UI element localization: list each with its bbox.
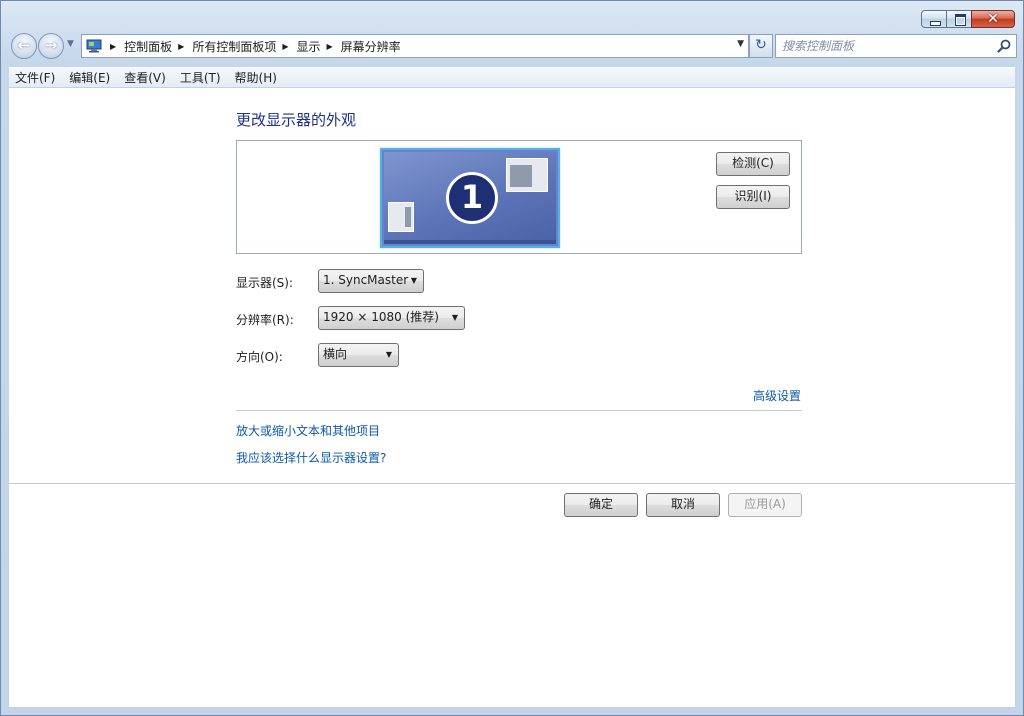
menu-tools[interactable]: 工具(T) xyxy=(174,69,227,86)
orientation-select-value: 横向 xyxy=(323,347,348,361)
refresh-button[interactable]: ↻ xyxy=(749,34,773,58)
breadcrumb-item-control-panel[interactable]: 控制面板 xyxy=(124,38,172,55)
dropdown-arrow-icon: ▼ xyxy=(385,350,392,359)
cancel-button[interactable]: 取消 xyxy=(646,493,720,517)
close-button[interactable]: ✕ xyxy=(971,10,1015,28)
monitor-number-badge: 1 xyxy=(446,172,498,224)
breadcrumb-separator-icon[interactable]: ▶ xyxy=(178,42,184,51)
breadcrumb-item-all-items[interactable]: 所有控制面板项 xyxy=(192,38,276,55)
control-panel-icon xyxy=(86,39,102,53)
refresh-icon: ↻ xyxy=(755,37,767,53)
maximize-button[interactable] xyxy=(946,10,972,28)
apply-button[interactable]: 应用(A) xyxy=(728,493,802,517)
content-area: 更改显示器的外观 1 检测(C) 识别(I) 显示器(S): 1. SyncMa… xyxy=(9,88,1015,707)
monitor-1-thumbnail[interactable]: 1 xyxy=(380,148,560,248)
forward-button[interactable]: → xyxy=(38,33,64,59)
window-frame: ✕ ← → ▼ ▶ 控制面板 ▶ 所有控制面板项 ▶ 显示 ▶ 屏幕分辨率 ▼ … xyxy=(0,0,1024,716)
breadcrumb-separator-icon[interactable]: ▶ xyxy=(282,42,288,51)
document-preview-icon xyxy=(388,202,414,232)
breadcrumb-item-screen-resolution[interactable]: 屏幕分辨率 xyxy=(341,38,401,55)
resize-text-link[interactable]: 放大或缩小文本和其他项目 xyxy=(236,422,380,439)
orientation-select[interactable]: 横向 ▼ xyxy=(318,343,399,367)
ok-button[interactable]: 确定 xyxy=(564,493,638,517)
identify-button[interactable]: 识别(I) xyxy=(716,185,790,209)
search-icon[interactable] xyxy=(996,38,1012,54)
breadcrumb-separator-icon[interactable]: ▶ xyxy=(327,42,333,51)
display-select-value: 1. SyncMaster xyxy=(323,273,409,287)
minimize-button[interactable] xyxy=(921,10,947,28)
page-title: 更改显示器的外观 xyxy=(236,111,357,129)
monitor-preview-panel: 1 检测(C) 识别(I) xyxy=(236,140,802,254)
window-preview-icon xyxy=(506,158,548,192)
resolution-select-value: 1920 × 1080 (推荐) xyxy=(323,310,439,324)
navigation-bar: ← → ▼ ▶ 控制面板 ▶ 所有控制面板项 ▶ 显示 ▶ 屏幕分辨率 ▼ ↻ … xyxy=(9,33,1017,59)
address-history-dropdown-icon[interactable]: ▼ xyxy=(737,39,744,49)
menu-help[interactable]: 帮助(H) xyxy=(229,69,283,86)
search-box xyxy=(775,34,1017,58)
caption-buttons: ✕ xyxy=(921,10,1015,28)
divider xyxy=(236,410,802,411)
breadcrumb-item-display[interactable]: 显示 xyxy=(297,38,321,55)
menu-bar: 文件(F) 编辑(E) 查看(V) 工具(T) 帮助(H) xyxy=(9,67,1015,88)
resolution-select[interactable]: 1920 × 1080 (推荐) ▼ xyxy=(318,306,465,330)
close-icon: ✕ xyxy=(987,11,999,27)
orientation-label: 方向(O): xyxy=(236,350,283,364)
breadcrumb: ▶ 控制面板 ▶ 所有控制面板项 ▶ 显示 ▶ 屏幕分辨率 xyxy=(104,35,401,57)
dropdown-arrow-icon: ▼ xyxy=(410,276,417,285)
address-bar[interactable]: ▶ 控制面板 ▶ 所有控制面板项 ▶ 显示 ▶ 屏幕分辨率 ▼ xyxy=(81,34,749,58)
back-arrow-icon: ← xyxy=(17,36,31,54)
display-settings-help-link[interactable]: 我应该选择什么显示器设置? xyxy=(236,449,386,466)
maximize-icon xyxy=(947,11,971,27)
forward-arrow-icon: → xyxy=(44,36,58,54)
display-select[interactable]: 1. SyncMaster ▼ xyxy=(318,269,424,293)
advanced-settings-link[interactable]: 高级设置 xyxy=(753,387,801,404)
footer-divider xyxy=(9,483,1015,484)
monitor-taskbar xyxy=(384,240,556,244)
menu-edit[interactable]: 编辑(E) xyxy=(63,69,116,86)
recent-pages-dropdown-icon[interactable]: ▼ xyxy=(67,39,74,49)
resolution-label: 分辨率(R): xyxy=(236,313,294,327)
back-button[interactable]: ← xyxy=(11,33,37,59)
search-input[interactable] xyxy=(782,38,992,54)
minimize-icon xyxy=(922,11,946,27)
display-label: 显示器(S): xyxy=(236,276,294,290)
breadcrumb-separator-icon[interactable]: ▶ xyxy=(110,42,116,51)
dropdown-arrow-icon: ▼ xyxy=(451,313,458,322)
menu-file[interactable]: 文件(F) xyxy=(9,69,61,86)
menu-view[interactable]: 查看(V) xyxy=(118,69,172,86)
detect-button[interactable]: 检测(C) xyxy=(716,152,790,176)
